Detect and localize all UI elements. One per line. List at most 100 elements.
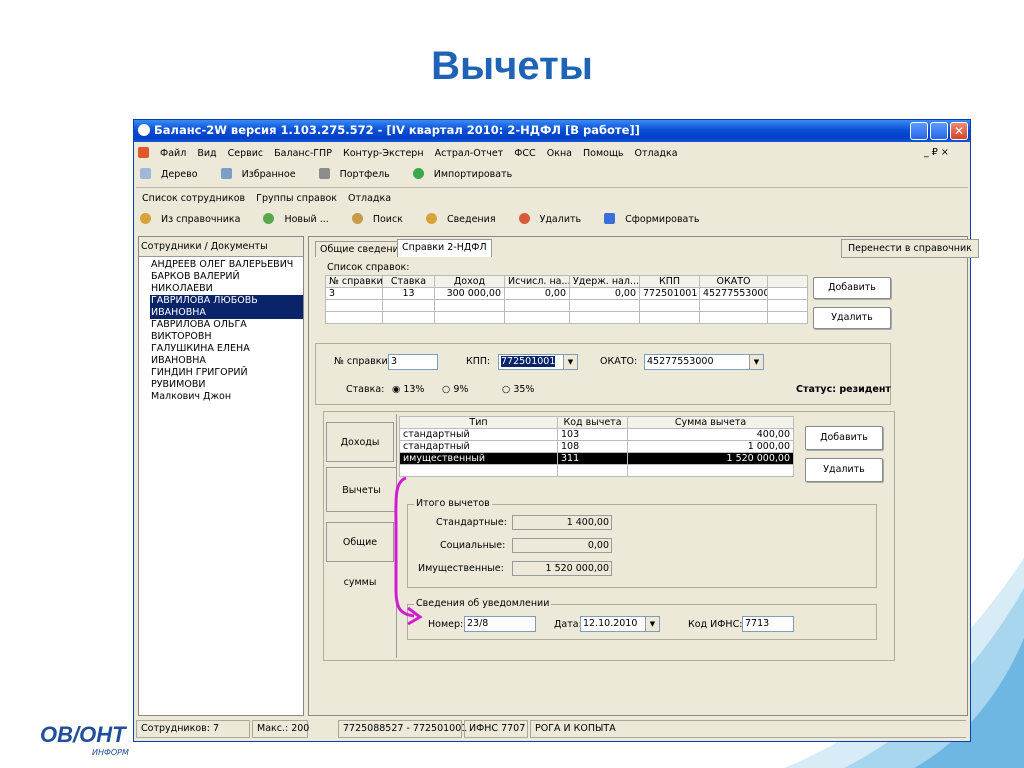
employee-item[interactable]: ГАВРИЛОВА ОЛЬГА ВИКТОРОВН (151, 319, 303, 343)
transfer-to-directory-button[interactable]: Перенести в справочник (841, 239, 979, 258)
toolbar-import[interactable]: Импортировать (412, 168, 522, 180)
col-withheld[interactable]: Удерж. нал... (569, 275, 640, 288)
maximize-button[interactable] (930, 122, 948, 140)
rate-label: Ставка: (346, 384, 385, 395)
cell (767, 287, 808, 300)
generate-button[interactable]: Сформировать (604, 213, 709, 225)
menu-kontur[interactable]: Контур-Экстерн (343, 148, 424, 159)
search-button[interactable]: Поиск (351, 213, 413, 225)
menu2-debug[interactable]: Отладка (348, 193, 391, 204)
col-rate[interactable]: Ставка (382, 275, 435, 288)
col-type[interactable]: Тип (399, 416, 558, 429)
ifns-field[interactable]: 7713 (742, 616, 794, 632)
window-titlebar[interactable]: Баланс-2W версия 1.103.275.572 - [IV ква… (134, 120, 970, 142)
col-kpp[interactable]: КПП (639, 275, 700, 288)
table-row[interactable]: стандартный 103 400,00 (399, 428, 794, 441)
table-row-selected[interactable]: имущественный 311 1 520 000,00 (399, 452, 794, 465)
side-tab-income[interactable]: Доходы (326, 422, 394, 462)
menu-employee-list[interactable]: Список сотрудников (142, 193, 245, 204)
radio-icon[interactable]: ○ (502, 384, 510, 395)
employee-item[interactable]: ГИНДИН ГРИГОРИЙ РУВИМОВИ (151, 367, 303, 391)
add-cert-button[interactable]: Добавить (813, 277, 891, 299)
notice-date-field[interactable]: 12.10.2010 ▼ (580, 616, 660, 632)
okato-select[interactable]: 45277553000 ▼ (644, 354, 764, 370)
rate-option-35[interactable]: ○ 35% (502, 384, 534, 395)
table-row-empty (325, 311, 808, 324)
menu-fss[interactable]: ФСС (514, 148, 535, 159)
employee-item[interactable]: АНДРЕЕВ ОЛЕГ ВАЛЕРЬЕВИЧ (151, 259, 303, 271)
cell: 108 (557, 440, 628, 453)
menu-astral[interactable]: Астрал-Отчет (435, 148, 504, 159)
rate-35-label: 35% (513, 384, 535, 395)
standard-total: 1 400,00 (512, 515, 612, 530)
status-bar: Сотрудников: 7 Макс.: 200 7725088527 - 7… (136, 720, 968, 738)
toolbar-tree[interactable]: Дерево (140, 168, 208, 180)
from-directory-button[interactable]: Из справочника (140, 213, 250, 225)
side-tab-income-label: Доходы (340, 437, 380, 448)
table-row[interactable]: стандартный 108 1 000,00 (399, 440, 794, 453)
info-button[interactable]: Сведения (425, 213, 506, 225)
col-amount[interactable]: Сумма вычета (627, 416, 794, 429)
cell: 300 000,00 (434, 287, 505, 300)
logo-subtext: ИНФОРМ (92, 748, 129, 757)
standard-label: Стандартные: (436, 517, 507, 528)
employee-item[interactable]: ГАЛУШКИНА ЕЛЕНА ИВАНОВНА (151, 343, 303, 367)
cell: стандартный (399, 428, 558, 441)
tab-certificates[interactable]: Справки 2-НДФЛ (397, 239, 492, 257)
menu-view[interactable]: Вид (197, 148, 216, 159)
cell: 772501001 (639, 287, 700, 300)
menu-service[interactable]: Сервис (228, 148, 264, 159)
annotation-arrow (394, 476, 423, 626)
table-row-empty (325, 299, 808, 312)
cell: 45277553000 (699, 287, 768, 300)
col-income[interactable]: Доход (434, 275, 505, 288)
table-row[interactable]: 3 13 300 000,00 0,00 0,00 772501001 4527… (325, 287, 808, 300)
secondary-menu: Список сотрудников Группы справок Отладк… (142, 193, 399, 204)
kpp-select[interactable]: 772501001 ▼ (498, 354, 578, 370)
minimize-button[interactable] (910, 122, 928, 140)
add-deduction-button[interactable]: Добавить (805, 426, 883, 450)
generate-icon (604, 213, 616, 224)
employee-item[interactable]: БАРКОВ ВАЛЕРИЙ НИКОЛАЕВИ (151, 271, 303, 295)
property-total: 1 520 000,00 (512, 561, 612, 576)
cell: 400,00 (627, 428, 794, 441)
cell: 3 (325, 287, 383, 300)
col-calculated[interactable]: Исчисл. на... (504, 275, 570, 288)
menu-debug[interactable]: Отладка (635, 148, 678, 159)
col-cert-no[interactable]: № справки (325, 275, 383, 288)
rate-option-9[interactable]: ○ 9% (442, 384, 468, 395)
notice-number-field[interactable]: 23/8 (464, 616, 536, 632)
toolbar-favorites[interactable]: Избранное (220, 168, 306, 180)
toolbar-portfolio[interactable]: Портфель (318, 168, 400, 180)
chevron-down-icon[interactable]: ▼ (645, 617, 659, 631)
menu-balance-gpr[interactable]: Баланс-ГПР (274, 148, 332, 159)
menu-help[interactable]: Помощь (583, 148, 623, 159)
mdi-controls[interactable]: _ ₽ × (924, 147, 949, 158)
tab-general-info[interactable]: Общие сведения (315, 241, 410, 257)
radio-checked-icon[interactable]: ◉ (392, 384, 400, 395)
menu-file[interactable]: Файл (160, 148, 186, 159)
chevron-down-icon[interactable]: ▼ (563, 355, 577, 369)
import-label: Импортировать (433, 169, 513, 180)
col-code[interactable]: Код вычета (557, 416, 628, 429)
employee-item-selected[interactable]: ГАВРИЛОВА ЛЮБОВЬ ИВАНОВНА (150, 295, 303, 319)
menu-windows[interactable]: Окна (547, 148, 572, 159)
new-person-icon (263, 213, 275, 224)
cert-list-label: Список справок: (327, 262, 410, 273)
cert-list-table[interactable]: № справки Ставка Доход Исчисл. на... Уде… (325, 275, 808, 324)
close-button[interactable]: ✕ (950, 122, 968, 140)
col-okato[interactable]: ОКАТО (699, 275, 768, 288)
delete-deduction-button[interactable]: Удалить (805, 458, 883, 482)
deductions-table[interactable]: Тип Код вычета Сумма вычета стандартный … (399, 416, 794, 477)
new-button[interactable]: Новый ... (263, 213, 338, 225)
cert-number-field[interactable]: 3 (388, 354, 438, 370)
delete-employee-button[interactable]: Удалить (518, 213, 592, 225)
menu-cert-groups[interactable]: Группы справок (256, 193, 337, 204)
delete-cert-button[interactable]: Удалить (813, 307, 891, 329)
rate-option-13[interactable]: ◉ 13% (392, 384, 424, 395)
employee-item[interactable]: Малкович Джон (151, 391, 303, 403)
okato-label: ОКАТО: (600, 356, 638, 367)
radio-icon[interactable]: ○ (442, 384, 450, 395)
okato-value: 45277553000 (647, 356, 714, 367)
chevron-down-icon[interactable]: ▼ (749, 355, 763, 369)
